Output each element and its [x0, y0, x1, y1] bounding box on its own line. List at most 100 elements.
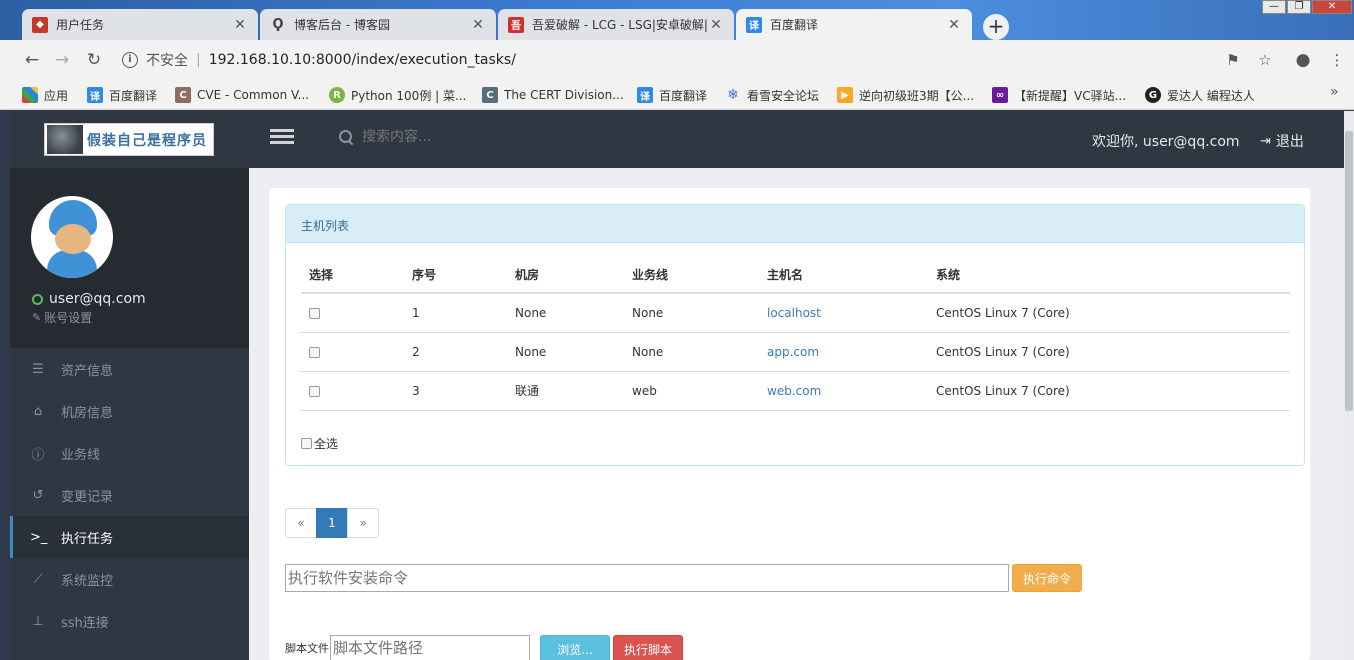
bookmark-star-icon[interactable]: ☆ [1256, 51, 1274, 69]
column-header: 业务线 [624, 257, 759, 294]
back-arrow-icon[interactable]: ← [22, 50, 42, 70]
bookmark-item-9[interactable]: G 爱达人 编程达人 [1145, 86, 1255, 104]
url-separator: | [196, 52, 201, 68]
bookmark-item-6[interactable]: ❄ 看雪安全论坛 [725, 86, 819, 104]
host-room: 联通 [507, 371, 624, 411]
pagination-next[interactable]: » [347, 508, 379, 538]
sidebar-item-rooms[interactable]: ⌂ 机房信息 [10, 390, 249, 432]
row-checkbox[interactable] [309, 346, 320, 358]
browser-tab-0[interactable]: ◆ 用户任务 ✕ [22, 9, 258, 40]
user-email: user@qq.com [49, 291, 146, 307]
url-field[interactable]: i 不安全 | 192.168.10.10:8000/index/executi… [122, 48, 516, 72]
bookmark-item-3[interactable]: R Python 100例 | 菜... [329, 86, 466, 104]
scrollbar-thumb[interactable] [1345, 131, 1353, 411]
translate-page-icon[interactable]: ⚑ [1224, 51, 1242, 69]
hostname-link[interactable]: app.com [767, 345, 819, 359]
host-room: None [507, 332, 624, 372]
apps-grid-icon [22, 87, 38, 103]
browser-tab-2[interactable]: 吾 吾爱破解 - LCG - LSG|安卓破解| ✕ [498, 9, 734, 40]
hostname-link[interactable]: web.com [767, 384, 821, 398]
bookmark-item-8[interactable]: ∞ 【新提醒】VC驿站... [992, 86, 1126, 104]
sidebar-item-monitor[interactable]: ⟋ 系统监控 [10, 558, 249, 600]
tab-title: 博客后台 - 博客园 [294, 18, 390, 32]
welcome-text: 欢迎你, user@qq.com [1092, 134, 1240, 150]
sidebar-item-ssh[interactable]: ⊥ ssh连接 [10, 600, 249, 642]
url-text[interactable]: 192.168.10.10:8000/index/execution_tasks… [209, 52, 516, 68]
column-header: 机房 [507, 257, 624, 294]
bookmark-label: 逆向初级班3期【公... [859, 88, 975, 103]
address-bar: ← → ↻ i 不安全 | 192.168.10.10:8000/index/e… [0, 40, 1354, 80]
page-scrollbar[interactable] [1344, 111, 1354, 660]
bookmark-item-5[interactable]: 译 百度翻译 [637, 86, 707, 104]
bookmark-item-4[interactable]: C The CERT Division... [482, 86, 624, 104]
aida-icon: G [1145, 87, 1161, 103]
tab-title: 百度翻译 [770, 18, 819, 32]
restore-window-button[interactable]: ❐ [1287, 0, 1311, 14]
runoob-icon: R [329, 87, 345, 103]
snowflake-icon: ❄ [727, 87, 739, 103]
translate-favicon-icon: 译 [746, 16, 762, 33]
bookmark-item-7[interactable]: ▶ 逆向初级班3期【公... [837, 86, 974, 104]
search-box[interactable] [338, 129, 562, 145]
minimize-window-button[interactable]: — [1262, 0, 1286, 14]
bookmark-item-1[interactable]: 译 百度翻译 [87, 86, 157, 104]
sidebar-item-business[interactable]: ⓘ 业务线 [10, 432, 249, 474]
command-input[interactable] [285, 564, 1009, 592]
bookmark-item-0[interactable]: 应用 [22, 86, 68, 104]
host-os: CentOS Linux 7 (Core) [928, 332, 1290, 372]
tab-close-icon[interactable]: ✕ [470, 17, 486, 33]
tab-title: 吾爱破解 - LCG - LSG|安卓破解| [532, 18, 708, 32]
column-header: 序号 [404, 257, 507, 294]
tab-close-icon[interactable]: ✕ [946, 17, 962, 33]
tab-close-icon[interactable]: ✕ [232, 17, 248, 33]
vs-icon: ∞ [992, 87, 1008, 103]
pagination: « 1 » [285, 508, 379, 538]
site-favicon-icon: ◆ [32, 16, 48, 33]
pagination-prev[interactable]: « [285, 508, 317, 538]
reload-icon[interactable]: ↻ [84, 50, 104, 70]
logout-button[interactable]: ⇥ 退出 [1260, 131, 1304, 151]
panel-title: 主机列表 [286, 205, 1304, 243]
sidebar-item-assets[interactable]: ☰ 资产信息 [10, 348, 249, 390]
script-path-input[interactable] [330, 635, 530, 660]
sidebar-item-tasks[interactable]: >_ 执行任务 [10, 516, 249, 558]
run-script-button[interactable]: 执行脚本 [613, 635, 683, 660]
account-settings-link[interactable]: ✎ 账号设置 [32, 309, 92, 326]
bookmark-item-2[interactable]: C CVE - Common V... [175, 86, 309, 104]
home-icon: ⌂ [33, 403, 43, 419]
brand-logo[interactable]: 假装自己是程序员 [44, 123, 214, 156]
search-input[interactable] [362, 129, 562, 145]
terminal-icon: >_ [30, 529, 48, 545]
new-tab-button[interactable]: + [983, 14, 1009, 40]
profile-icon[interactable]: ● [1294, 51, 1312, 69]
sidebar-toggle-list-icon[interactable] [270, 129, 294, 149]
browser-menu-icon[interactable]: ⋮ [1328, 51, 1346, 69]
sidebar-item-changes[interactable]: ↺ 变更记录 [10, 474, 249, 516]
sitemap-icon: ⊥ [32, 613, 44, 629]
browse-button[interactable]: 浏览... [540, 635, 610, 660]
pencil-icon: ✎ [32, 311, 42, 324]
execute-command-button[interactable]: 执行命令 [1012, 564, 1082, 592]
insecure-label: 不安全 [146, 53, 188, 69]
sidebar-item-label: 系统监控 [61, 573, 114, 589]
bookmarks-more-chevron-icon[interactable]: » [1330, 84, 1339, 100]
browser-tab-3[interactable]: 译 百度翻译 ✕ [736, 9, 972, 40]
bookmark-label: Python 100例 | 菜... [351, 88, 467, 103]
forward-arrow-icon[interactable]: → [52, 50, 72, 70]
close-window-button[interactable]: ✕ [1312, 0, 1352, 14]
hostname-link[interactable]: localhost [767, 306, 821, 320]
select-all-checkbox[interactable] [301, 438, 312, 449]
translate-icon: 译 [637, 87, 653, 103]
row-checkbox[interactable] [309, 385, 320, 397]
avatar[interactable] [31, 196, 113, 278]
tab-close-icon[interactable]: ✕ [708, 17, 724, 33]
browser-tab-1[interactable]: Ϙ 博客后台 - 博客园 ✕ [260, 9, 496, 40]
pagination-page-current[interactable]: 1 [316, 508, 348, 538]
flag-icon: ▶ [837, 87, 853, 103]
info-icon[interactable]: i [122, 52, 138, 68]
select-all[interactable]: 全选 [301, 435, 338, 452]
row-checkbox[interactable] [309, 307, 320, 319]
brand-text: 假装自己是程序员 [87, 132, 207, 149]
history-icon: ↺ [32, 487, 44, 503]
select-all-label: 全选 [314, 437, 339, 451]
